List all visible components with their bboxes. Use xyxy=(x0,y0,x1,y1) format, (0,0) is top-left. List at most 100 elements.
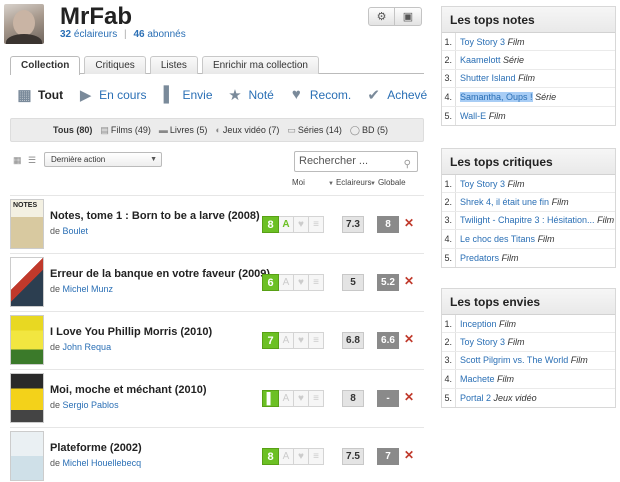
delete-icon[interactable]: ✕ xyxy=(404,216,414,230)
item-link[interactable]: Le choc des Titans xyxy=(460,234,535,244)
list-item: 1. Inception Film xyxy=(442,315,615,334)
item-link[interactable]: Portal 2 xyxy=(460,393,491,403)
column-moi[interactable]: Moi xyxy=(292,178,305,187)
profile-username: MrFab xyxy=(60,3,132,30)
eclaireurs-rating: 7.5 xyxy=(342,448,364,465)
item-link[interactable]: Scott Pilgrim vs. The World xyxy=(460,355,568,365)
tab-collection[interactable]: Collection xyxy=(10,56,81,75)
menu-icon[interactable]: ≡ xyxy=(309,216,324,233)
abonnes-link[interactable]: abonnés xyxy=(147,29,185,40)
heart-icon[interactable]: ♥ xyxy=(294,274,309,291)
eclaireurs-link[interactable]: éclaireurs xyxy=(74,29,117,40)
column-label: Globale xyxy=(377,178,406,187)
filter-acheve[interactable]: ✔ Achevé xyxy=(365,86,427,104)
heart-icon[interactable]: ♥ xyxy=(294,216,309,233)
poster-image[interactable]: NOTES xyxy=(10,199,44,249)
category-label: Livres (5) xyxy=(169,125,208,135)
tab-listes[interactable]: Listes xyxy=(149,56,198,74)
abonnes-count[interactable]: 46 xyxy=(133,29,144,40)
category-bd[interactable]: ◯ BD (5) xyxy=(350,125,388,136)
heart-icon[interactable]: ♥ xyxy=(294,390,309,407)
list-view-icon[interactable]: ☰ xyxy=(28,155,38,165)
delete-icon[interactable]: ✕ xyxy=(404,390,414,404)
filter-label: Noté xyxy=(248,87,274,102)
menu-icon[interactable]: ≡ xyxy=(309,390,324,407)
category-series[interactable]: ▭ Séries (14) xyxy=(287,125,342,136)
category-tous[interactable]: Tous (80) xyxy=(53,125,92,135)
item-link[interactable]: Wall-E xyxy=(460,111,486,121)
done-icon[interactable]: A xyxy=(279,274,294,291)
poster-image[interactable] xyxy=(10,373,44,423)
filter-tout[interactable]: ▦ Tout xyxy=(16,86,63,104)
column-eclaireurs[interactable]: ▼ Eclaireurs xyxy=(328,178,372,187)
author-link[interactable]: Michel Munz xyxy=(63,284,114,294)
my-rating[interactable]: 6 xyxy=(262,274,279,291)
heart-icon[interactable]: ♥ xyxy=(294,448,309,465)
item-link[interactable]: Samantha, Oups ! xyxy=(460,91,533,102)
delete-icon[interactable]: ✕ xyxy=(404,274,414,288)
item-title[interactable]: Moi, moche et méchant (2010) xyxy=(50,384,207,396)
menu-icon[interactable]: ≡ xyxy=(309,274,324,291)
list-item: 3. Shutter Island Film xyxy=(442,69,615,89)
filter-envie[interactable]: ▌ Envie xyxy=(160,86,213,103)
play-icon: ▶ xyxy=(79,86,92,104)
column-globale[interactable]: ▼ Globale xyxy=(370,178,406,187)
category-livres[interactable]: ▬ Livres (5) xyxy=(159,125,208,135)
author-link[interactable]: Sergio Pablos xyxy=(63,400,119,410)
item-link[interactable]: Kaamelott xyxy=(460,55,501,65)
sort-select[interactable]: Dernière action ▼ xyxy=(44,152,162,167)
filter-note[interactable]: ★ Noté xyxy=(227,86,274,104)
envie-bookmark-icon[interactable]: ▌ xyxy=(262,390,279,407)
menu-icon[interactable]: ≡ xyxy=(309,448,324,465)
item-title[interactable]: Notes, tome 1 : Born to be a larve (2008… xyxy=(50,210,260,222)
filter-en-cours[interactable]: ▶ En cours xyxy=(77,86,147,104)
avatar[interactable] xyxy=(4,4,44,44)
category-label: Tous (80) xyxy=(53,125,93,135)
eclaireurs-count[interactable]: 32 xyxy=(60,29,71,40)
author-link[interactable]: John Requa xyxy=(63,342,112,352)
tab-enrichir[interactable]: Enrichir ma collection xyxy=(201,56,319,74)
item-title[interactable]: Plateforme (2002) xyxy=(50,442,142,454)
done-icon[interactable]: A xyxy=(279,216,294,233)
item-author: de Sergio Pablos xyxy=(50,400,119,410)
author-link[interactable]: Boulet xyxy=(63,226,89,236)
my-rating[interactable]: 8 xyxy=(262,448,279,465)
tv-icon: ▭ xyxy=(287,124,296,135)
heart-icon[interactable]: ♥ xyxy=(294,332,309,349)
search-input[interactable]: Rechercher ... ⚲ xyxy=(294,151,418,172)
poster-image[interactable] xyxy=(10,431,44,481)
item-link[interactable]: Toy Story 3 xyxy=(460,37,505,47)
search-icon[interactable]: ⚲ xyxy=(404,155,411,174)
delete-icon[interactable]: ✕ xyxy=(404,448,414,462)
item-link[interactable]: Inception xyxy=(460,319,497,329)
item-link[interactable]: Predators xyxy=(460,253,499,263)
tab-critiques[interactable]: Critiques xyxy=(84,56,146,74)
user-card-icon[interactable]: ▣ xyxy=(395,7,422,26)
star-icon: ★ xyxy=(228,86,242,104)
done-icon[interactable]: A xyxy=(279,448,294,465)
menu-icon[interactable]: ≡ xyxy=(309,332,324,349)
item-link[interactable]: Twilight - Chapitre 3 : Hésitation... xyxy=(460,215,595,225)
item-link[interactable]: Shrek 4, il était une fin xyxy=(460,197,549,207)
item-link[interactable]: Toy Story 3 xyxy=(460,179,505,189)
filter-recom[interactable]: ♥ Recom. xyxy=(288,86,351,103)
poster-image[interactable] xyxy=(10,257,44,307)
category-jeux[interactable]: ◐ Jeux vidéo (7) xyxy=(215,125,279,135)
poster-image[interactable] xyxy=(10,315,44,365)
grid-view-icon[interactable]: ▦ xyxy=(13,155,23,165)
done-icon[interactable]: A xyxy=(279,390,294,407)
item-link[interactable]: Toy Story 3 xyxy=(460,337,505,347)
item-title[interactable]: I Love You Phillip Morris (2010) xyxy=(50,326,212,338)
my-rating[interactable]: 8 xyxy=(262,216,279,233)
delete-icon[interactable]: ✕ xyxy=(404,332,414,346)
done-icon[interactable]: A xyxy=(279,332,294,349)
item-title[interactable]: Erreur de la banque en votre faveur (200… xyxy=(50,268,270,280)
category-films[interactable]: ▤ Films (49) xyxy=(100,125,151,136)
item-link[interactable]: Shutter Island xyxy=(460,73,516,83)
gear-icon[interactable]: ⚙ xyxy=(368,7,395,26)
item-link[interactable]: Machete xyxy=(460,374,495,384)
list-item: 5. Wall-E Film xyxy=(442,106,615,125)
author-link[interactable]: Michel Houellebecq xyxy=(63,458,142,468)
my-rating[interactable]: 7 xyxy=(262,332,279,349)
list-item: 5. Portal 2 Jeux vidéo xyxy=(442,388,615,407)
